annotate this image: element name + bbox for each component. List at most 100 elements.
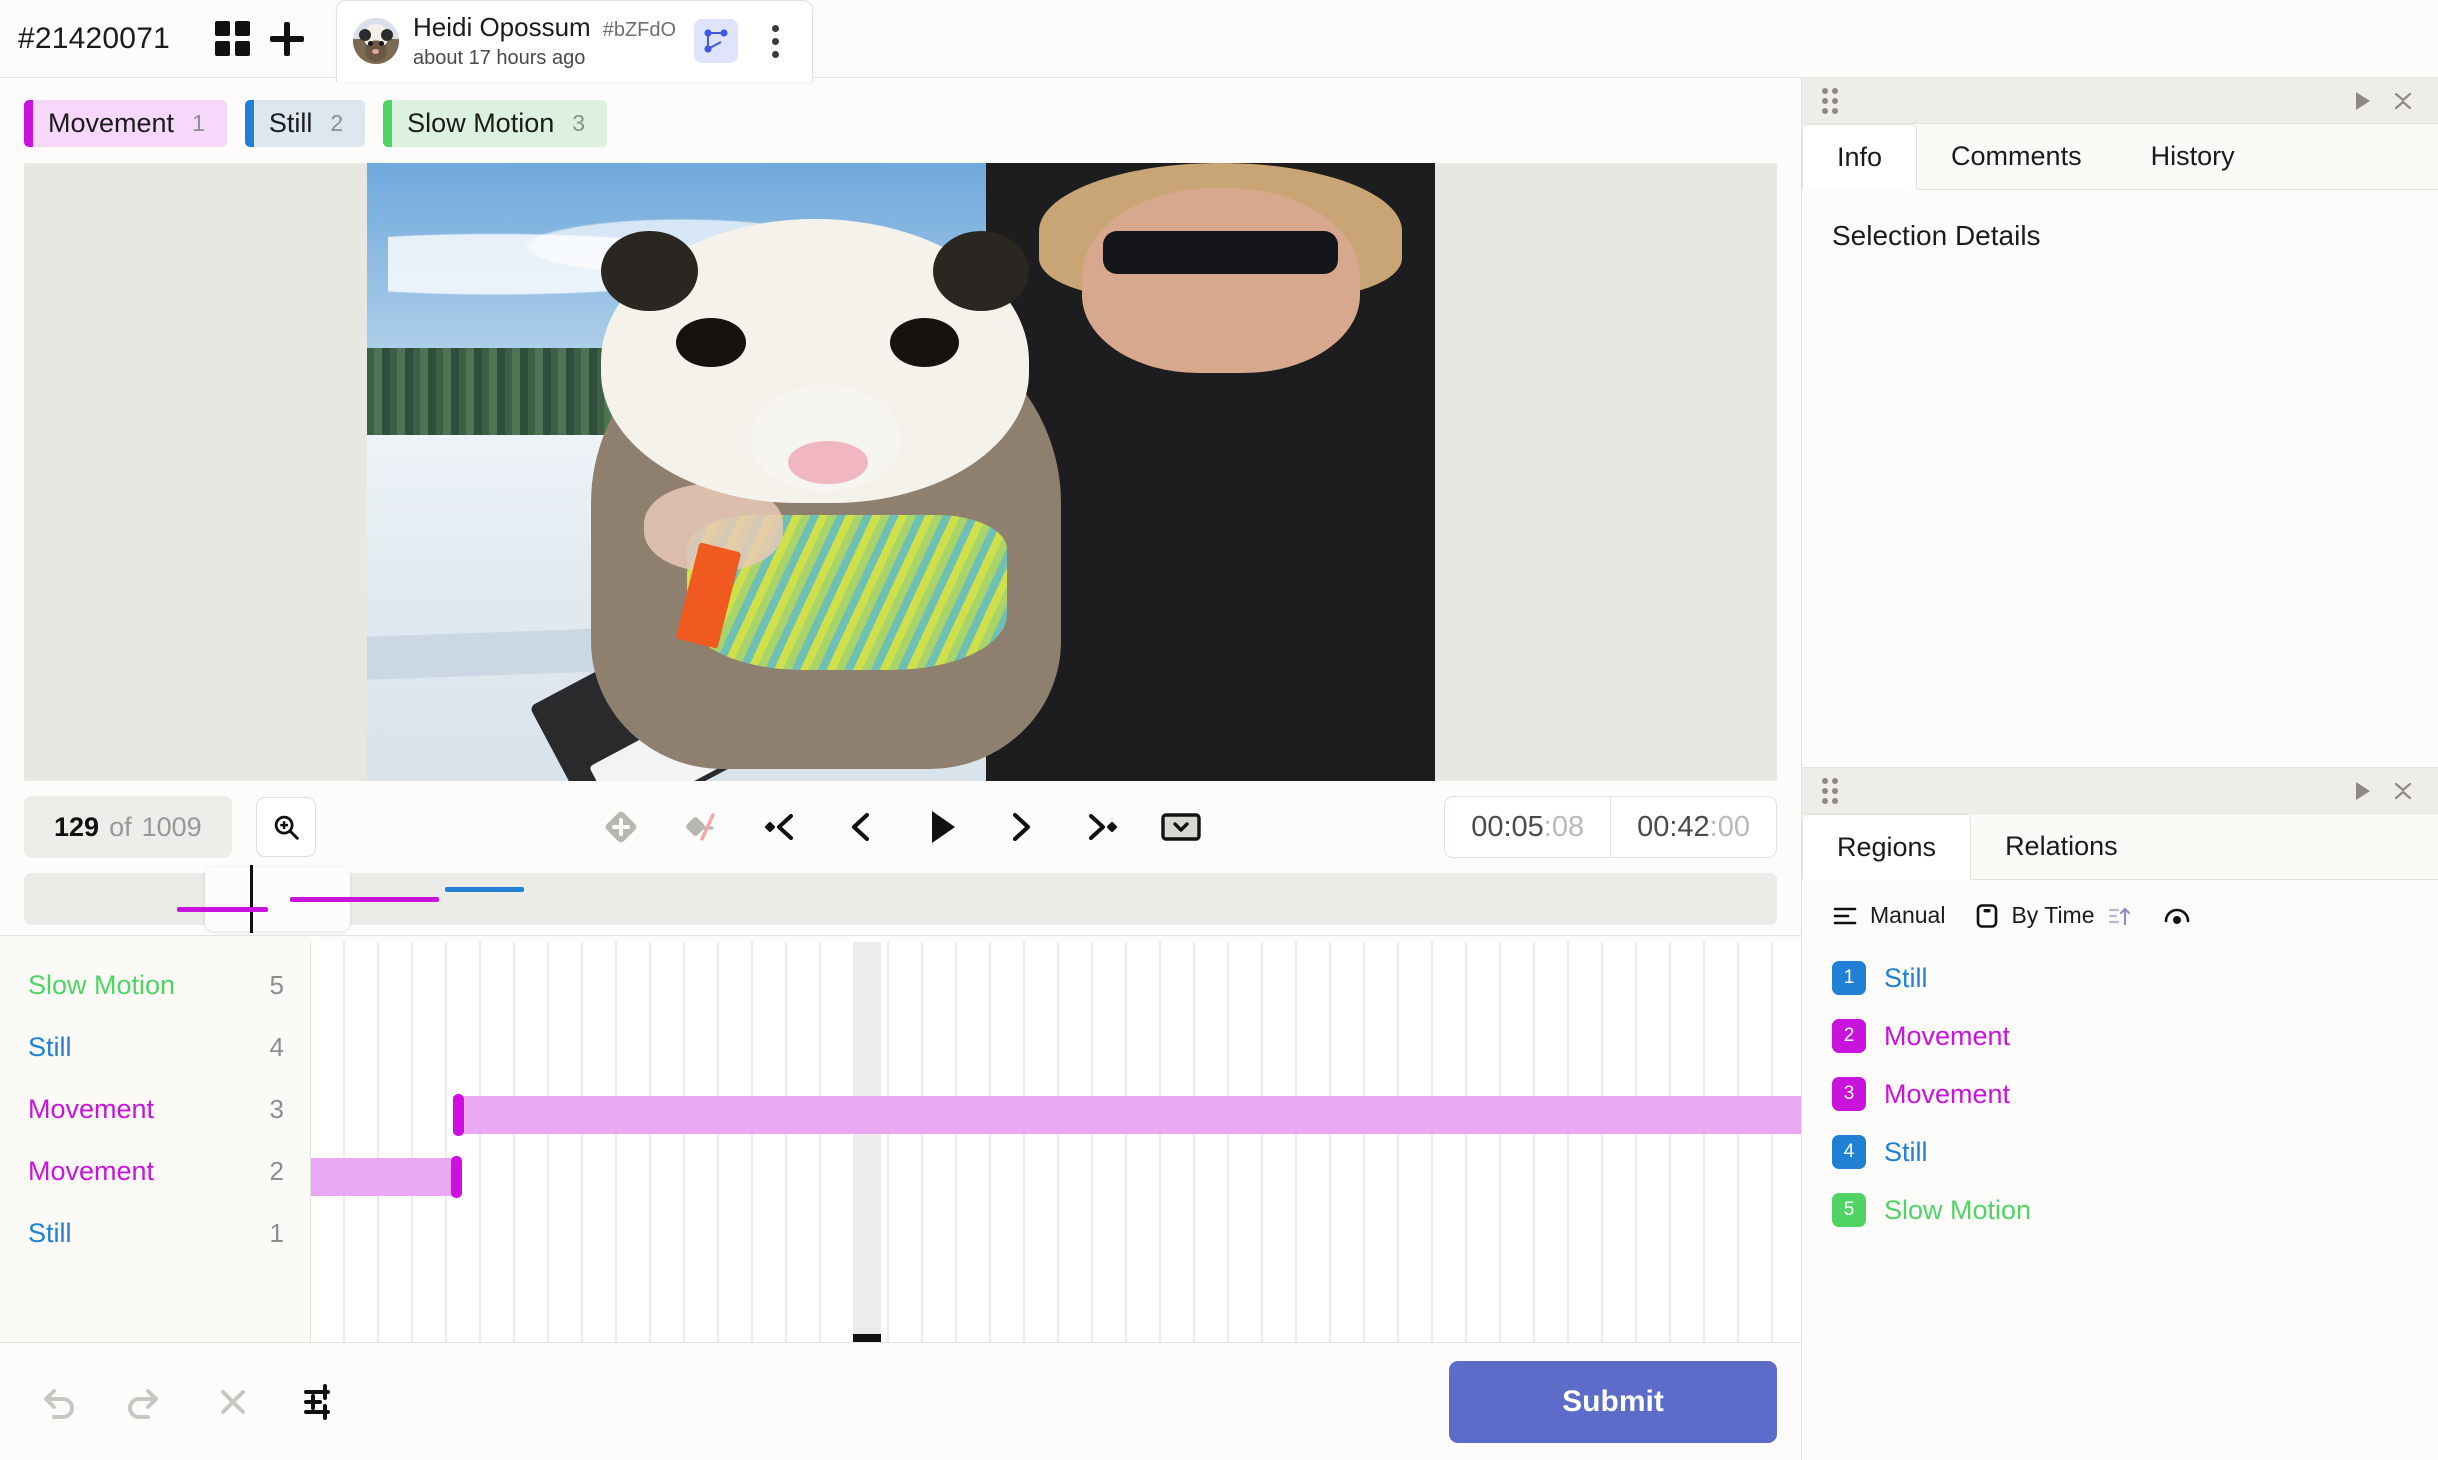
- add-task-button[interactable]: [260, 12, 314, 66]
- regions-toolbar: Manual By Time: [1802, 880, 2438, 943]
- region-index-badge: 1: [1832, 961, 1866, 995]
- frame-current: 129: [54, 811, 100, 842]
- regions-panel-header: [1802, 768, 2438, 814]
- timeline-minimap[interactable]: [24, 865, 1777, 933]
- next-frame-button[interactable]: [993, 799, 1049, 855]
- clear-button[interactable]: [200, 1369, 266, 1435]
- track-label-still-4[interactable]: Still 4: [0, 1016, 310, 1078]
- panel-play-icon[interactable]: [2356, 781, 2370, 800]
- prev-frame-button[interactable]: [833, 799, 889, 855]
- tab-comments[interactable]: Comments: [1917, 124, 2117, 189]
- tab-regions[interactable]: Regions: [1802, 814, 1972, 880]
- current-time-frames: :08: [1543, 810, 1585, 843]
- track-name: Still: [28, 1031, 72, 1062]
- track-name: Still: [28, 1217, 72, 1248]
- panel-play-icon[interactable]: [2356, 91, 2370, 110]
- playback-controls: [593, 799, 1209, 855]
- region-list-item[interactable]: 2 Movement: [1832, 1007, 2408, 1065]
- label-hotkey: 2: [330, 110, 344, 136]
- order-list-icon: [1833, 907, 1857, 924]
- collapse-icon: [1160, 813, 1201, 841]
- track-index: 1: [269, 1217, 284, 1248]
- task-hash: #bZFdO: [602, 19, 677, 41]
- add-keyframe-button[interactable]: [593, 799, 649, 855]
- track-label-movement-3[interactable]: Movement 3: [0, 1078, 310, 1140]
- timeline-keyframe[interactable]: [452, 1094, 464, 1136]
- video-stage-wrapper: [0, 163, 1801, 781]
- undo-button[interactable]: [24, 1369, 90, 1435]
- label-color-swatch: [383, 100, 393, 147]
- current-time-value: 00:05: [1471, 810, 1544, 843]
- region-list-item[interactable]: 3 Movement: [1832, 1065, 2408, 1123]
- tab-history[interactable]: History: [2117, 124, 2270, 189]
- transport-bar: 129 of 1009 00:05:08 00:42:00: [0, 781, 1801, 873]
- next-keyframe-button[interactable]: [1073, 799, 1129, 855]
- task-tab[interactable]: Heidi Opossum #bZFdO about 17 hours ago: [335, 0, 814, 82]
- video-stage[interactable]: [24, 163, 1777, 781]
- track-index: 2: [269, 1155, 284, 1186]
- tab-relations[interactable]: Relations: [1971, 814, 2153, 879]
- label-tag-movement[interactable]: Movement 1: [24, 100, 227, 147]
- timeline-segment[interactable]: [311, 1158, 459, 1196]
- prev-keyframe-button[interactable]: [753, 799, 809, 855]
- task-menu-button[interactable]: [756, 19, 794, 63]
- label-tag-slow-motion[interactable]: Slow Motion 3: [383, 100, 608, 147]
- region-list-item[interactable]: 5 Slow Motion: [1832, 1181, 2408, 1239]
- track-label-movement-2[interactable]: Movement 2: [0, 1140, 310, 1202]
- sort-ascending-icon: [2108, 907, 2130, 925]
- prev-frame-icon: [851, 812, 869, 842]
- info-panel: Info Comments History Selection Details: [1802, 78, 2438, 768]
- order-mode-label: Manual: [1870, 902, 1946, 928]
- timeline-track-row: [311, 1084, 1801, 1146]
- timeline-grid[interactable]: [310, 942, 1801, 1342]
- tab-info[interactable]: Info: [1802, 124, 1918, 190]
- playhead-handle[interactable]: [853, 1334, 882, 1342]
- task-id: #21420071: [18, 21, 170, 55]
- remove-keyframe-icon: [685, 813, 715, 841]
- play-button[interactable]: [913, 799, 969, 855]
- avatar: [352, 18, 399, 64]
- label-name: Still: [268, 108, 313, 138]
- prev-keyframe-icon: [764, 814, 793, 840]
- track-index: 3: [269, 1093, 284, 1124]
- task-timestamp: about 17 hours ago: [412, 47, 586, 69]
- info-panel-body: Selection Details: [1802, 190, 2438, 252]
- region-list-item[interactable]: 4 Still: [1832, 1123, 2408, 1181]
- group-mode-button[interactable]: By Time: [1975, 902, 2132, 929]
- current-timecode[interactable]: 00:05:08: [1445, 797, 1610, 857]
- redo-button[interactable]: [112, 1369, 178, 1435]
- region-list: 1 Still 2 Movement 3 Movement 4 Still 5 …: [1802, 943, 2438, 1245]
- settings-button[interactable]: [288, 1369, 354, 1435]
- minimap-playhead[interactable]: [250, 865, 254, 933]
- undo-icon: [44, 1388, 74, 1419]
- grid-view-button[interactable]: [206, 12, 260, 66]
- timeline-keyframe[interactable]: [451, 1156, 463, 1198]
- order-mode-button[interactable]: Manual: [1832, 902, 1945, 929]
- drag-handle-icon[interactable]: [1822, 87, 1838, 114]
- track-label-slow-motion[interactable]: Slow Motion 5: [0, 954, 310, 1016]
- zoom-in-button[interactable]: [255, 797, 316, 857]
- panel-collapse-icon[interactable]: [2392, 89, 2414, 113]
- region-list-item[interactable]: 1 Still: [1832, 949, 2408, 1007]
- total-timecode[interactable]: 00:42:00: [1610, 797, 1776, 857]
- drag-handle-icon[interactable]: [1822, 777, 1838, 804]
- toggle-timeline-button[interactable]: [1153, 799, 1209, 855]
- next-keyframe-icon: [1088, 814, 1117, 840]
- submit-button[interactable]: Submit: [1449, 1360, 1777, 1443]
- label-tag-still[interactable]: Still 2: [244, 100, 366, 147]
- group-mode-label: By Time: [2011, 902, 2095, 928]
- editor-column: Movement 1 Still 2 Slow Motion 3 129 of …: [0, 78, 1802, 1460]
- timeline-segment[interactable]: [452, 1096, 1801, 1134]
- panel-collapse-icon[interactable]: [2392, 779, 2414, 803]
- region-index-badge: 3: [1832, 1077, 1866, 1111]
- settings-icon: [304, 1383, 330, 1420]
- remove-keyframe-button[interactable]: [673, 799, 729, 855]
- frame-counter[interactable]: 129 of 1009: [24, 796, 232, 858]
- region-label: Slow Motion: [1884, 1194, 2032, 1225]
- regions-panel-tabs: Regions Relations: [1802, 814, 2438, 880]
- track-label-still-1[interactable]: Still 1: [0, 1202, 310, 1264]
- visibility-button[interactable]: [2163, 905, 2191, 927]
- side-panels: Info Comments History Selection Details: [1802, 78, 2438, 1460]
- region-index-badge: 4: [1832, 1135, 1866, 1169]
- relations-button[interactable]: [694, 19, 739, 63]
